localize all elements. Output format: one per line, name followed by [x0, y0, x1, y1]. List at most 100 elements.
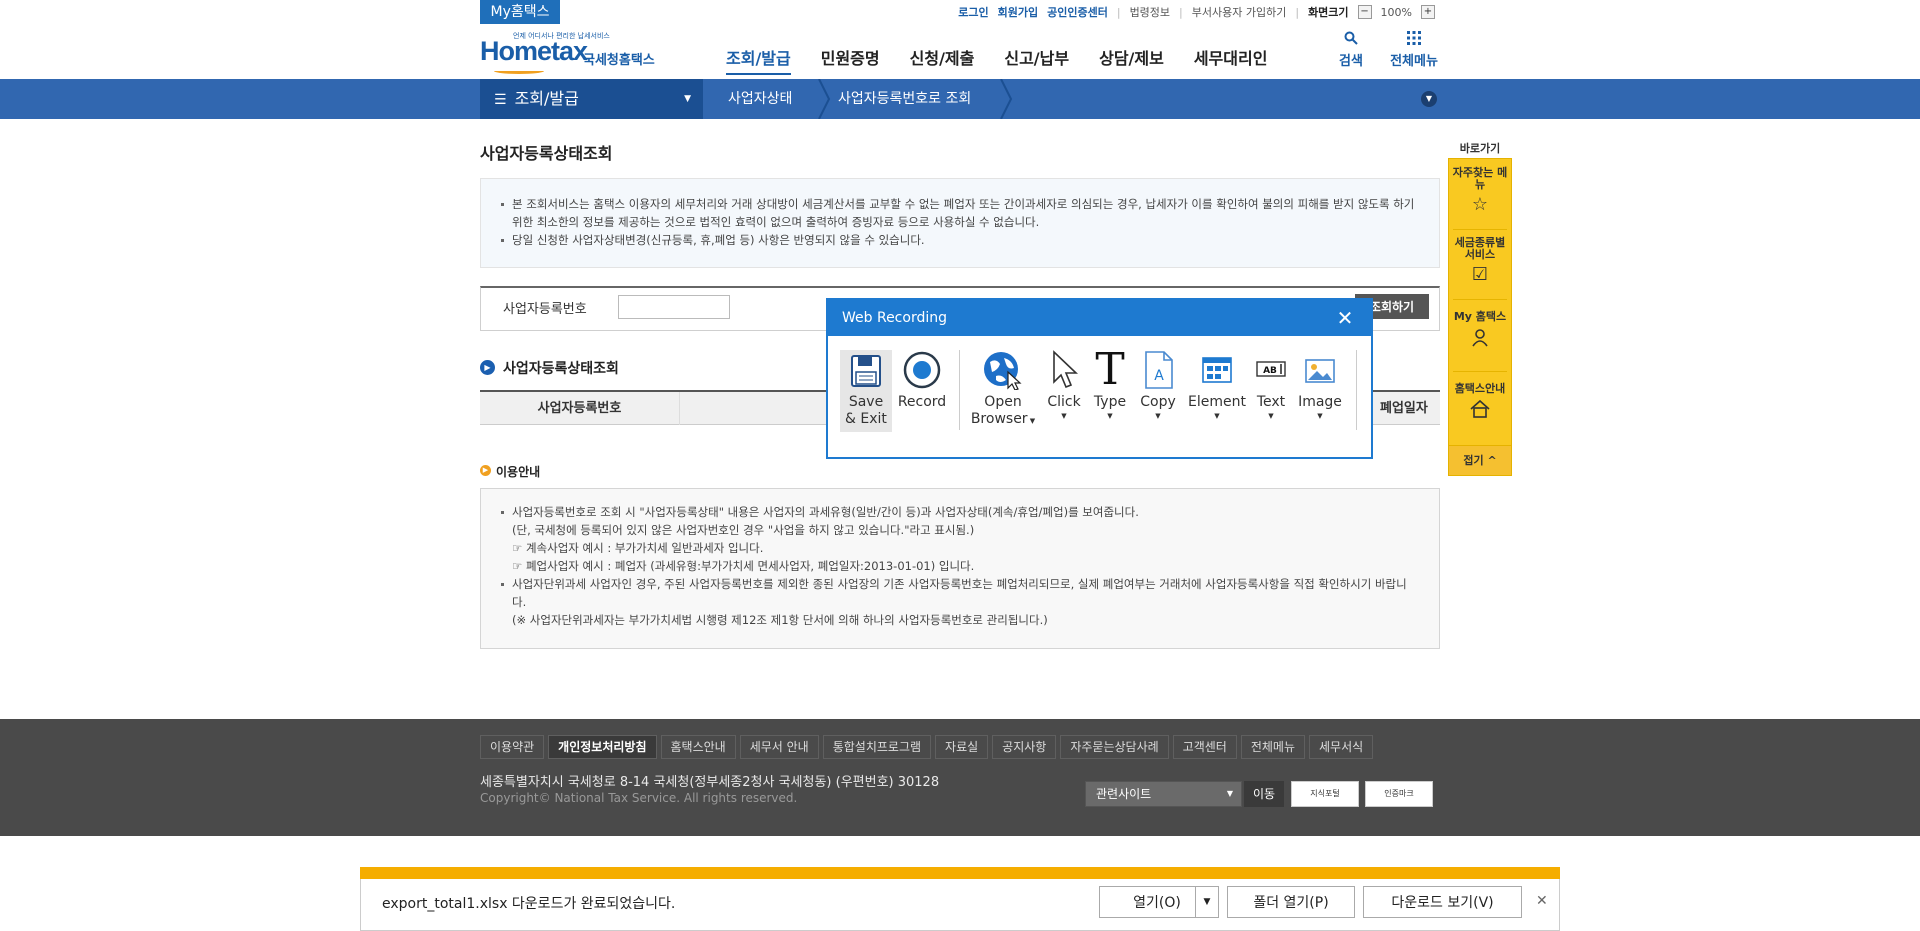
nav-consulting[interactable]: 상담/제보 [1099, 45, 1164, 75]
type-tool[interactable]: T Type ▼ [1088, 348, 1132, 421]
related-sites-select[interactable]: 관련사이트 ▼ [1085, 781, 1242, 807]
all-menu-button[interactable]: 전체메뉴 [1384, 30, 1444, 69]
breadcrumb-business-status[interactable]: 사업자상태 [728, 79, 792, 119]
save-exit-tool[interactable]: Save & Exit [840, 350, 892, 432]
footer-link-all-menu[interactable]: 전체메뉴 [1240, 735, 1306, 759]
open-browser-tool[interactable]: Open Browser ▼ [966, 350, 1040, 430]
result-section-title: 사업자등록상태조회 [503, 361, 619, 377]
footer-link-privacy[interactable]: 개인정보처리방침 [548, 735, 657, 759]
footer-badge-1[interactable]: 지식포털 [1291, 781, 1359, 807]
quick-label: 세금종류별 서비스 [1454, 236, 1506, 261]
caret-down-icon: ▼ [1226, 789, 1233, 798]
footer-link-notices[interactable]: 공지사항 [992, 735, 1057, 759]
footer-link-about[interactable]: 홈택스안내 [660, 735, 736, 759]
nav-filing[interactable]: 신고/납부 [1004, 45, 1069, 75]
quick-favorites[interactable]: 자주찾는 메뉴 ☆ [1449, 167, 1511, 215]
close-icon[interactable]: ✕ [1332, 305, 1358, 331]
caret-down-icon: ▼ [1268, 412, 1274, 420]
my-hometax-tab[interactable]: My홈택스 [480, 0, 560, 24]
footer-link-install[interactable]: 통합설치프로그램 [822, 735, 932, 759]
footer-link-forms[interactable]: 세무서식 [1309, 735, 1374, 759]
dept-user-link[interactable]: 부서사용자 가입하기 [1192, 4, 1287, 20]
guide-item: 사업자등록번호로 조회 시 "사업자등록상태" 내용은 사업자의 과세유형(일반… [501, 503, 1419, 521]
footer-link-library[interactable]: 자료실 [935, 735, 989, 759]
tool-label: Copy [1140, 394, 1176, 410]
caret-down-icon: ▼ [684, 94, 691, 104]
notice-box: 본 조회서비스는 홈택스 이용자의 세무처리와 거래 상대방이 세금계산서를 교… [480, 178, 1440, 268]
signup-link[interactable]: 회원가입 [998, 4, 1038, 20]
tool-label: Open [984, 394, 1022, 410]
footer-link-terms[interactable]: 이용약관 [480, 735, 545, 759]
tool-label: Record [897, 394, 947, 410]
close-icon[interactable]: ✕ [1536, 893, 1548, 909]
nav-inquiry[interactable]: 조회/발급 [726, 45, 791, 75]
open-options-dropdown[interactable]: ▼ [1195, 886, 1219, 918]
download-bar-accent [360, 867, 1560, 879]
nav-certificates[interactable]: 민원증명 [821, 45, 880, 75]
law-info-link[interactable]: 법령정보 [1130, 4, 1170, 20]
logo-wordmark: Hometax [480, 36, 588, 66]
footer-link-support[interactable]: 고객센터 [1172, 735, 1237, 759]
footer-badge-2[interactable]: 인증마크 [1365, 781, 1433, 807]
record-tool[interactable]: Record [896, 350, 948, 411]
open-folder-button[interactable]: 폴더 열기(P) [1227, 886, 1355, 918]
quick-links-panel: 자주찾는 메뉴 ☆ 세금종류별 서비스 ☑ My 홈택스 홈택스안내 [1448, 158, 1512, 476]
text-tool[interactable]: AB Text ▼ [1250, 350, 1292, 421]
grid-menu-icon [1384, 30, 1444, 50]
divider: | [1179, 5, 1183, 19]
tool-label: Element [1188, 394, 1246, 410]
breadcrumb-chevron-icon [1000, 79, 1013, 119]
footer-links: 이용약관 개인정보처리방침 홈택스안내 세무서 안내 통합설치프로그램 자료실 … [480, 735, 1374, 759]
zoom-label: 화면크기 [1308, 6, 1349, 19]
hamburger-icon: ☰ [494, 92, 507, 108]
col-closure-date: 폐업일자 [1380, 401, 1428, 416]
login-link[interactable]: 로그인 [958, 4, 988, 20]
nav-tax-agent[interactable]: 세무대리인 [1194, 45, 1268, 75]
view-downloads-button[interactable]: 다운로드 보기(V) [1363, 886, 1522, 918]
notice-item: 당일 신청한 사업자상태변경(신규등록, 휴,폐업 등) 사항은 반영되지 않을… [501, 231, 1419, 249]
expand-chevron-icon[interactable]: ▼ [1421, 91, 1437, 107]
guide-subline: (단, 국세청에 등록되어 있지 않은 사업자번호인 경우 "사업을 하지 않고… [512, 523, 975, 537]
toolbar-divider [959, 350, 960, 430]
goto-button[interactable]: 이동 [1244, 781, 1284, 807]
image-tool[interactable]: Image ▼ [1294, 350, 1346, 421]
document-icon: A [1134, 350, 1182, 390]
record-icon [896, 350, 948, 390]
footer-link-faq[interactable]: 자주묻는상담사례 [1060, 735, 1169, 759]
quick-my-hometax[interactable]: My 홈택스 [1449, 311, 1511, 352]
zoom-out-button[interactable]: − [1357, 5, 1372, 19]
quick-links-collapse[interactable]: 접기 ^ [1448, 445, 1512, 476]
quick-label: 자주찾는 메뉴 [1452, 166, 1508, 191]
search-nav-label: 검색 [1339, 54, 1363, 69]
quick-label: My 홈택스 [1453, 310, 1507, 323]
caret-down-icon: ▼ [1214, 412, 1220, 420]
arrow-right-circle-icon: ▶ [480, 465, 491, 476]
cert-center-link[interactable]: 공인인증센터 [1047, 4, 1108, 20]
quick-tax-services[interactable]: 세금종류별 서비스 ☑ [1449, 237, 1511, 285]
tool-label: Type [1093, 394, 1127, 410]
search-nav-button[interactable]: 검색 [1321, 30, 1381, 69]
tool-label: Text [1256, 394, 1286, 410]
footer-link-offices[interactable]: 세무서 안내 [739, 735, 819, 759]
nav-application[interactable]: 신청/제출 [910, 45, 975, 75]
copy-tool[interactable]: A Copy ▼ [1134, 350, 1182, 421]
quick-hometax-guide[interactable]: 홈택스안내 [1449, 383, 1511, 424]
element-tool[interactable]: Element ▼ [1186, 350, 1248, 421]
breadcrumb-by-reg-number[interactable]: 사업자등록번호로 조회 [838, 79, 971, 119]
text-box-icon: AB [1250, 350, 1292, 390]
person-icon [1449, 327, 1511, 352]
tool-label: Save [848, 394, 884, 410]
section-dropdown-label: 조회/발급 [514, 89, 579, 108]
col-reg-number: 사업자등록번호 [480, 392, 680, 425]
hometax-logo[interactable]: 언제 어디서나 편리한 납세서비스 Hometax 국세청홈택스 [480, 30, 660, 74]
click-tool[interactable]: Click ▼ [1042, 350, 1086, 421]
image-icon [1294, 350, 1346, 390]
reg-number-input[interactable] [618, 295, 730, 319]
tool-label: Click [1047, 394, 1081, 410]
tool-label: & Exit [845, 411, 887, 427]
section-dropdown[interactable]: ☰ 조회/발급 ▼ [480, 79, 703, 119]
cursor-icon [1042, 350, 1086, 390]
caret-down-icon: ▼ [1107, 412, 1113, 420]
caret-down-icon: ▼ [1317, 412, 1323, 420]
zoom-in-button[interactable]: + [1421, 5, 1435, 19]
